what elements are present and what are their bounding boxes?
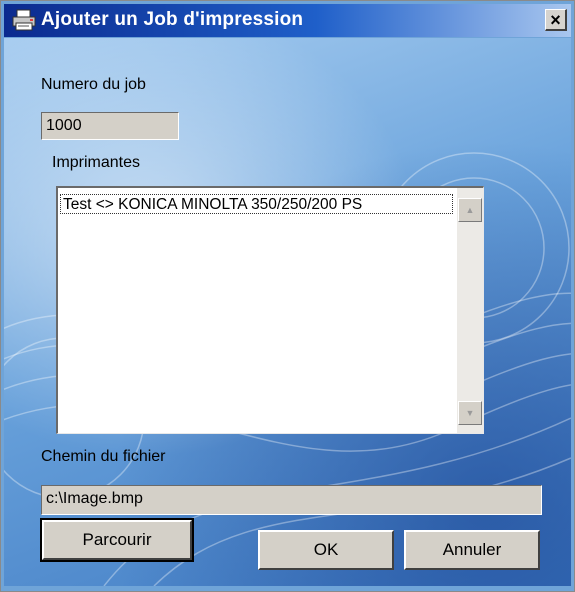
job-number-label: Numero du job bbox=[41, 76, 146, 93]
job-number-field[interactable]: 1000 bbox=[41, 112, 179, 140]
dialog-body: Numero du job 1000 Imprimantes Test <> K… bbox=[4, 38, 571, 586]
close-icon: × bbox=[550, 10, 561, 30]
scroll-up-button[interactable]: ▲ bbox=[458, 198, 482, 222]
scroll-up-arrow-icon: ▲ bbox=[465, 205, 475, 215]
printers-listbox[interactable]: Test <> KONICA MINOLTA 350/250/200 PS ▲ … bbox=[56, 186, 484, 434]
scroll-down-button[interactable]: ▼ bbox=[458, 401, 482, 425]
title-bar[interactable]: Ajouter un Job d'impression × bbox=[4, 4, 571, 37]
scroll-down-arrow-icon: ▼ bbox=[465, 408, 475, 418]
file-path-field[interactable]: c:\Image.bmp bbox=[41, 485, 542, 515]
dialog-window: Ajouter un Job d'impression × Numero du … bbox=[0, 0, 575, 592]
window-title: Ajouter un Job d'impression bbox=[41, 9, 304, 30]
cancel-button[interactable]: Annuler bbox=[404, 530, 540, 570]
printer-list-item[interactable]: Test <> KONICA MINOLTA 350/250/200 PS bbox=[60, 194, 453, 214]
ok-button[interactable]: OK bbox=[258, 530, 394, 570]
browse-button[interactable]: Parcourir bbox=[40, 518, 194, 562]
printer-icon bbox=[12, 9, 36, 31]
printers-label: Imprimantes bbox=[52, 154, 141, 171]
close-button[interactable]: × bbox=[545, 9, 567, 31]
printers-scrollbar[interactable]: ▲ ▼ bbox=[457, 188, 483, 433]
file-path-label: Chemin du fichier bbox=[41, 448, 166, 465]
